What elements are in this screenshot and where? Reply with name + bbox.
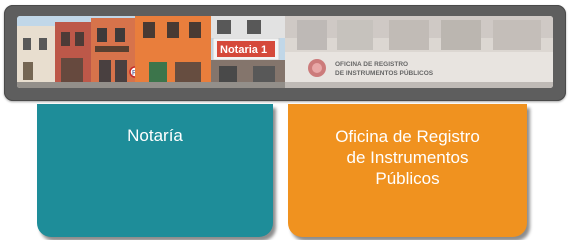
registro-card[interactable]: Oficina de Registro de Instrumentos Públ… [288,104,527,237]
building-photos: P Notaria 1 OFICINA DE REGISTRO DE INSTR… [17,16,553,88]
photo-banner: P Notaria 1 OFICINA DE REGISTRO DE INSTR… [4,5,566,101]
notaria-label: Notaría [127,126,183,145]
registro-label: Oficina de Registro de Instrumentos Públ… [335,127,480,188]
street-photo-illustration: P Notaria 1 OFICINA DE REGISTRO DE INSTR… [17,16,553,88]
notaria-card[interactable]: Notaría [37,104,273,237]
